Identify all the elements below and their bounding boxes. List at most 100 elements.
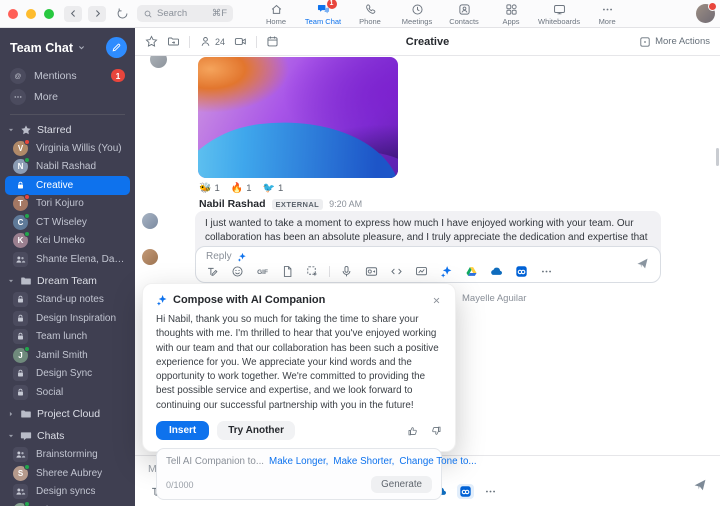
- ai-suggestion-links: Make Longer, Make Shorter, Change Tone to.…: [269, 456, 477, 467]
- sidebar-item-tori-kojuro[interactable]: TTori Kojuro: [0, 195, 135, 214]
- sidebar-mentions[interactable]: @Mentions1: [0, 65, 135, 86]
- generate-button[interactable]: Generate: [371, 476, 432, 493]
- sidebar-section-starred[interactable]: Starred: [0, 120, 135, 139]
- try-another-button[interactable]: Try Another: [217, 421, 295, 440]
- background-user-name: Mayelle Aguilar: [462, 293, 526, 304]
- presence-dot: [24, 157, 30, 163]
- lock-icon: [13, 329, 28, 344]
- suggestion-make-shorter[interactable]: Make Shorter,: [333, 456, 394, 467]
- history-icon[interactable]: [116, 7, 129, 20]
- nav-tab-phone[interactable]: Phone: [350, 3, 390, 26]
- reply-placeholder-row: Reply: [196, 247, 660, 262]
- caret-right-icon[interactable]: [7, 410, 15, 418]
- members-icon[interactable]: [199, 35, 212, 48]
- nav-tab-apps[interactable]: Apps: [491, 3, 531, 26]
- thumbs-up-icon[interactable]: [407, 425, 419, 437]
- sidebar-more[interactable]: More: [0, 86, 135, 107]
- emoji-icon[interactable]: [229, 264, 246, 279]
- more-options-icon[interactable]: [538, 264, 555, 279]
- sidebar-item-brainstorming[interactable]: Brainstorming: [0, 446, 135, 465]
- sidebar-item-ada-nguyen[interactable]: AAda Nguyen: [0, 501, 135, 506]
- sidebar-item-jamil-smith[interactable]: JJamil Smith: [0, 346, 135, 365]
- sidebar-item-sheree-aubrey[interactable]: SSheree Aubrey: [0, 464, 135, 483]
- nav-tab-contacts[interactable]: Contacts: [444, 3, 484, 26]
- presence-dot: [24, 464, 30, 470]
- close-icon[interactable]: [431, 295, 442, 306]
- whiteboard-icon[interactable]: [413, 264, 430, 279]
- screenshot-icon[interactable]: [304, 264, 321, 279]
- sidebar-item-design-sync[interactable]: Design Sync: [0, 365, 135, 384]
- message-author-line: Nabil Rashad EXTERNAL 9:20 AM: [199, 198, 362, 210]
- close-window-button[interactable]: [8, 9, 18, 19]
- avatar: K: [13, 233, 28, 248]
- author-name[interactable]: Nabil Rashad: [199, 198, 266, 210]
- caret-down-icon[interactable]: [7, 277, 15, 285]
- member-count[interactable]: 24: [215, 37, 225, 47]
- sidebar-item-ct-wiseley[interactable]: CCT Wiseley: [0, 213, 135, 232]
- star-icon[interactable]: [145, 35, 158, 48]
- avatar: J: [13, 348, 28, 363]
- minimize-window-button[interactable]: [26, 9, 36, 19]
- user-avatar[interactable]: [696, 4, 715, 23]
- reaction-pill[interactable]: 🔥1: [231, 183, 252, 194]
- sidebar-item-creative[interactable]: Creative: [5, 176, 130, 195]
- onedrive-icon[interactable]: [488, 264, 505, 279]
- reaction-pill[interactable]: 🐝1: [199, 183, 220, 194]
- nav-tab-team-chat[interactable]: 1Team Chat: [303, 3, 343, 26]
- thumbs-down-icon[interactable]: [430, 425, 442, 437]
- code-snippet-icon[interactable]: [388, 264, 405, 279]
- sidebar-item-social[interactable]: Social: [0, 383, 135, 402]
- reply-input[interactable]: Reply GIF: [195, 246, 661, 283]
- caret-down-icon[interactable]: [7, 126, 15, 134]
- video-meeting-icon[interactable]: [234, 35, 247, 48]
- calendar-icon[interactable]: [266, 35, 279, 48]
- box-icon[interactable]: [513, 264, 530, 279]
- maximize-window-button[interactable]: [44, 9, 54, 19]
- nav-tab-whiteboards[interactable]: Whiteboards: [538, 3, 580, 26]
- ai-dialog-title: Compose with AI Companion: [173, 294, 325, 306]
- suggestion-make-longer[interactable]: Make Longer,: [269, 456, 328, 467]
- apps-icon: [505, 3, 518, 16]
- format-icon[interactable]: [204, 264, 221, 279]
- sidebar-item-kei-umeko[interactable]: KKei Umeko: [0, 232, 135, 251]
- sidebar-item-team-lunch[interactable]: Team lunch: [0, 328, 135, 347]
- file-icon[interactable]: [279, 264, 296, 279]
- shared-space-icon[interactable]: [167, 35, 180, 48]
- presence-dot: [24, 346, 30, 352]
- avatar[interactable]: [142, 213, 158, 229]
- search-input[interactable]: Search ⌘F: [137, 5, 233, 22]
- reaction-pill[interactable]: 🐦1: [263, 183, 284, 194]
- more-actions-button[interactable]: More Actions: [639, 36, 710, 48]
- google-drive-icon[interactable]: [463, 264, 480, 279]
- nav-tab-more[interactable]: More: [587, 3, 627, 26]
- box-icon[interactable]: [457, 484, 474, 499]
- caret-down-icon[interactable]: [7, 432, 15, 440]
- sidebar-item-design-syncs[interactable]: Design syncs: [0, 483, 135, 502]
- nav-tab-meetings[interactable]: Meetings: [397, 3, 437, 26]
- sidebar-section-project-cloud[interactable]: Project Cloud: [0, 405, 135, 424]
- compose-button[interactable]: [106, 37, 127, 58]
- sidebar-item-design-inspiration[interactable]: Design Inspiration: [0, 309, 135, 328]
- more-options-icon[interactable]: [482, 484, 499, 499]
- ai-companion-icon[interactable]: [438, 264, 455, 279]
- chevron-down-icon[interactable]: [77, 43, 86, 52]
- sidebar-item-stand-up-notes[interactable]: Stand-up notes: [0, 291, 135, 310]
- suggestion-change-tone-to[interactable]: Change Tone to...: [399, 456, 476, 467]
- nav-tab-home[interactable]: Home: [256, 3, 296, 26]
- gif-icon[interactable]: GIF: [254, 264, 271, 279]
- shared-image-attachment[interactable]: [198, 57, 398, 178]
- video-message-icon[interactable]: [363, 264, 380, 279]
- scrollbar[interactable]: [716, 148, 719, 166]
- forward-button[interactable]: [88, 6, 106, 22]
- ai-instruction-input[interactable]: Tell AI Companion to... Make Longer,Make…: [156, 448, 442, 500]
- sidebar-item-virginia-willis-you[interactable]: VVirginia Willis (You): [0, 139, 135, 158]
- send-icon[interactable]: [693, 478, 707, 497]
- sidebar-section-dream-team[interactable]: Dream Team: [0, 272, 135, 291]
- insert-button[interactable]: Insert: [156, 421, 209, 440]
- back-button[interactable]: [64, 6, 82, 22]
- sidebar-item-shante-elena-daniel-bow[interactable]: Shante Elena, Daniel Bow...: [0, 250, 135, 269]
- mic-icon[interactable]: [338, 264, 355, 279]
- sidebar-item-nabil-rashad[interactable]: NNabil Rashad: [0, 158, 135, 177]
- sidebar-section-chats[interactable]: Chats: [0, 427, 135, 446]
- send-icon[interactable]: [636, 257, 649, 275]
